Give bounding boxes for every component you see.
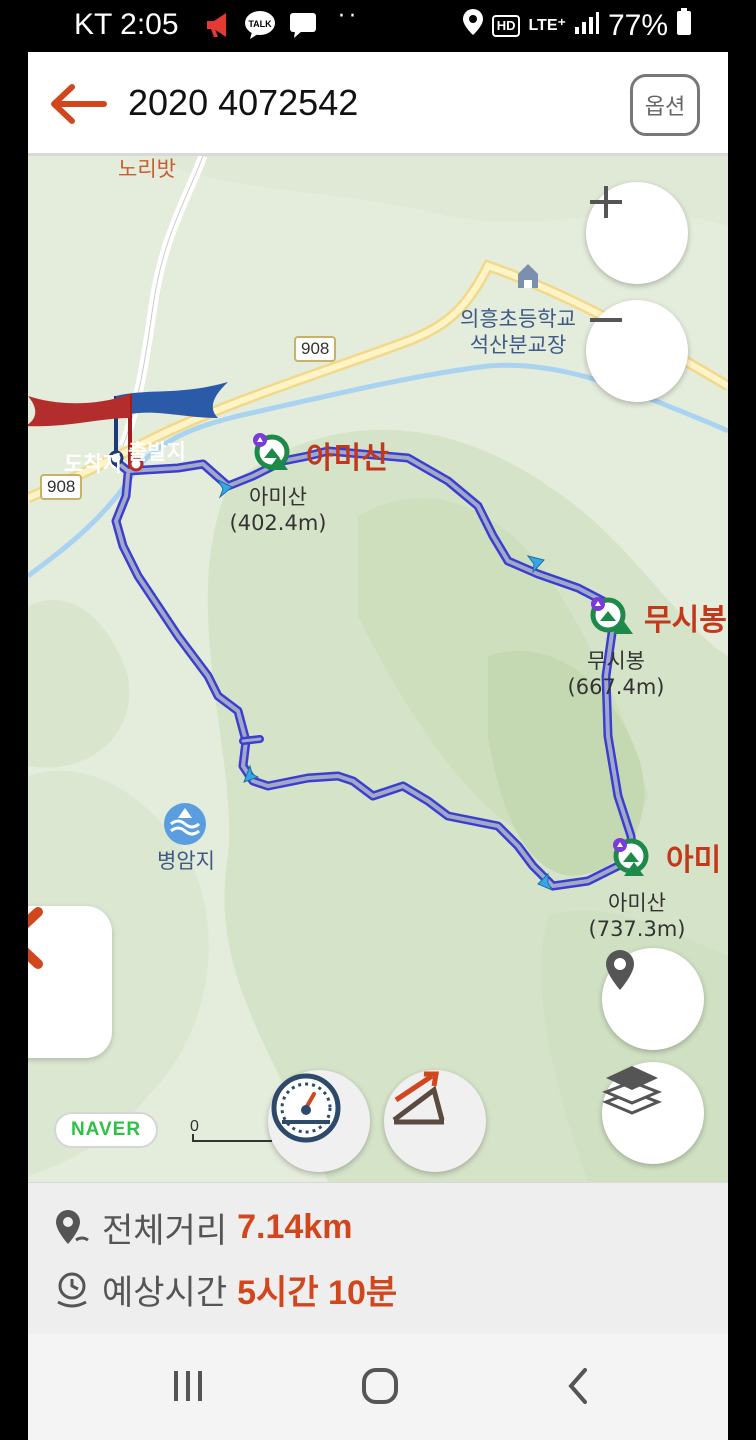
battery-percent: 77% (607, 9, 668, 42)
climb-icon (392, 1071, 445, 1125)
battery-icon (676, 8, 692, 44)
overflow-dots: ·· (338, 4, 360, 29)
minus-icon (590, 318, 622, 322)
speedometer-icon (271, 1073, 341, 1143)
map-view[interactable]: 노리밧 908 908 의흥초등학교 석산분교장 도착지 출발지 아미산 아미산… (28, 156, 728, 1182)
peak-name: 아미산 (608, 891, 666, 915)
peak-label-musibong: 무시봉 (644, 603, 727, 638)
home-button[interactable] (350, 1358, 410, 1414)
distance-value: 7.14km (237, 1208, 353, 1246)
back-icon (568, 1368, 587, 1404)
layers-icon (602, 1066, 662, 1115)
signal-icon (574, 9, 600, 43)
app-header: 2020 4072542 옵션 (28, 52, 728, 156)
peak-name: 무시봉 (587, 649, 645, 673)
megaphone-icon (204, 10, 234, 44)
peak-height: (737.3m) (588, 917, 686, 942)
chevron-left-icon (28, 907, 43, 969)
recent-apps-icon (174, 1371, 202, 1401)
distance-row: 전체거리 7.14km (52, 1203, 352, 1252)
page-title: 2020 4072542 (128, 82, 359, 123)
peak-label-amisan-1: 아미산 (306, 441, 389, 476)
peak-height: (402.4m) (229, 511, 327, 536)
system-back-button[interactable] (548, 1358, 608, 1414)
peak-height: (667.4m) (567, 675, 665, 700)
place-label-top: 노리밧 (118, 157, 176, 181)
my-location-button[interactable] (602, 948, 704, 1050)
route-pin-icon (56, 1209, 89, 1244)
peak-info-amisan-1: 아미산 (402.4m) (228, 484, 328, 537)
time-label: 예상시간 (102, 1273, 228, 1313)
status-right: HD LTE⁺ 77% (462, 8, 692, 44)
scale-bar (192, 1134, 272, 1142)
school-label-line1: 의흥초등학교 (460, 307, 576, 331)
time-value: 5시간 10분 (237, 1274, 398, 1312)
route-summary: 전체거리 7.14km 예상시간 5시간 10분 (28, 1182, 728, 1334)
clock-icon (57, 1272, 87, 1307)
speed-settings-button[interactable] (268, 1070, 370, 1172)
status-bar: KT 2:05 TALK ·· HD LTE⁺ 77% (0, 0, 756, 52)
school-label: 의흥초등학교 석산분교장 (448, 306, 588, 359)
app-window: 2020 4072542 옵션 노리밧 908 908 의흥초등학교 석산분교장… (28, 52, 728, 1440)
lte-label: LTE⁺ (528, 17, 566, 34)
peak-label-amisan-2: 아미 (666, 843, 722, 878)
side-panel-toggle[interactable] (28, 906, 112, 1058)
start-flag-label: 출발지 (128, 440, 186, 464)
zoom-out-button[interactable] (586, 300, 688, 402)
back-arrow-icon[interactable] (46, 82, 108, 126)
reservoir-label: 병암지 (157, 849, 215, 873)
road-sign: 908 (294, 336, 337, 362)
recent-apps-button[interactable] (158, 1358, 218, 1414)
options-button[interactable]: 옵션 (630, 74, 700, 136)
home-icon (362, 1368, 398, 1404)
time-row: 예상시간 5시간 10분 (52, 1265, 397, 1314)
scale-zero: 0 (190, 1118, 199, 1135)
location-icon (462, 8, 484, 44)
map-scale: 0 (190, 1118, 272, 1142)
zoom-in-button[interactable] (586, 182, 688, 284)
system-nav-bar (28, 1334, 728, 1440)
peak-info-musibong: 무시봉 (667.4m) (566, 648, 666, 701)
talk-text: TALK (248, 19, 272, 29)
status-time: KT 2:05 (74, 8, 179, 41)
hd-badge: HD (491, 15, 521, 37)
peak-info-amisan-2: 아미산 (737.3m) (582, 890, 692, 943)
talk-icon: TALK (244, 10, 276, 44)
elevation-profile-button[interactable] (384, 1070, 486, 1172)
message-icon (288, 10, 318, 44)
plus-icon (590, 186, 622, 218)
peak-name: 아미산 (249, 485, 307, 509)
naver-logo: NAVER (54, 1112, 158, 1148)
end-flag-label: 도착지 (64, 452, 122, 476)
layers-button[interactable] (602, 1062, 704, 1164)
school-label-line2: 석산분교장 (469, 333, 567, 358)
phone-screen: KT 2:05 TALK ·· HD LTE⁺ 77% 2020 4072542… (0, 0, 756, 1440)
location-pin-icon (606, 950, 634, 990)
distance-label: 전체거리 (102, 1211, 228, 1251)
